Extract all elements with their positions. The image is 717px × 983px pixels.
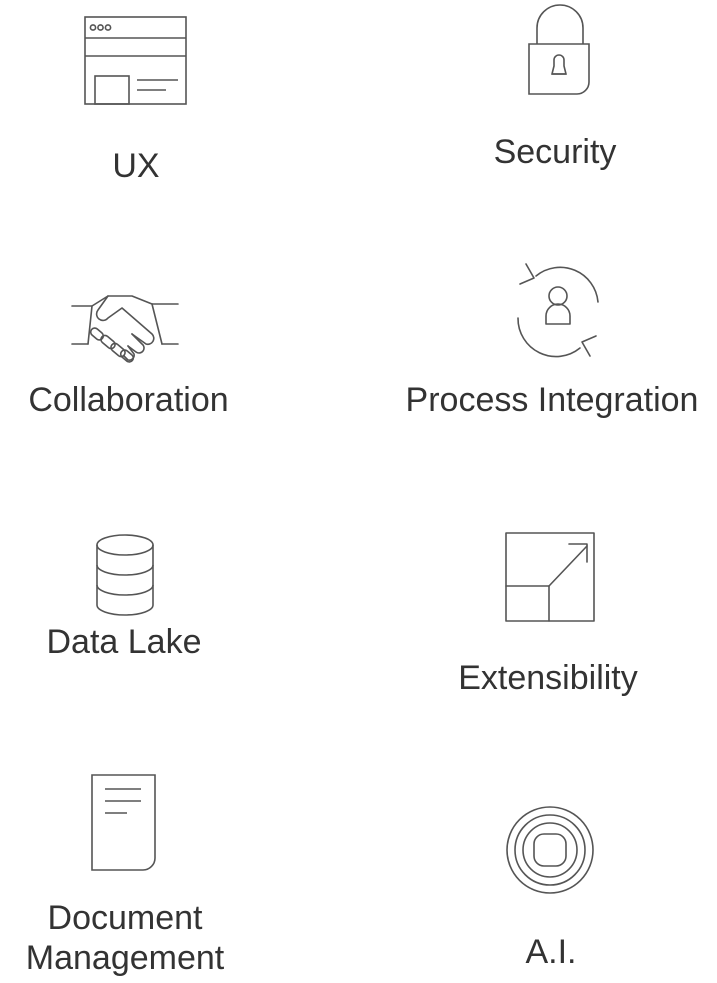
tile-label-security: Security [493, 133, 617, 171]
tile-label-collaboration: Collaboration [28, 381, 229, 419]
tile-label-process-integration: Process Integration [405, 381, 699, 419]
tile-label-ux: UX [112, 147, 160, 185]
browser-window-icon [84, 16, 188, 106]
tile-label-data-lake: Data Lake [46, 623, 202, 661]
database-icon [95, 533, 155, 617]
tile-label-document-management-text: Document Management [25, 899, 225, 977]
document-icon [91, 774, 157, 872]
lock-icon [527, 4, 593, 96]
expand-arrow-icon [505, 532, 595, 624]
tile-label-extensibility: Extensibility [458, 659, 638, 697]
user-sync-icon [512, 262, 604, 358]
handshake-icon [70, 290, 182, 370]
tile-label-document-management: Document Management [0, 898, 250, 978]
tile-label-ai: A.I. [525, 933, 577, 971]
ai-chip-icon [505, 805, 595, 895]
